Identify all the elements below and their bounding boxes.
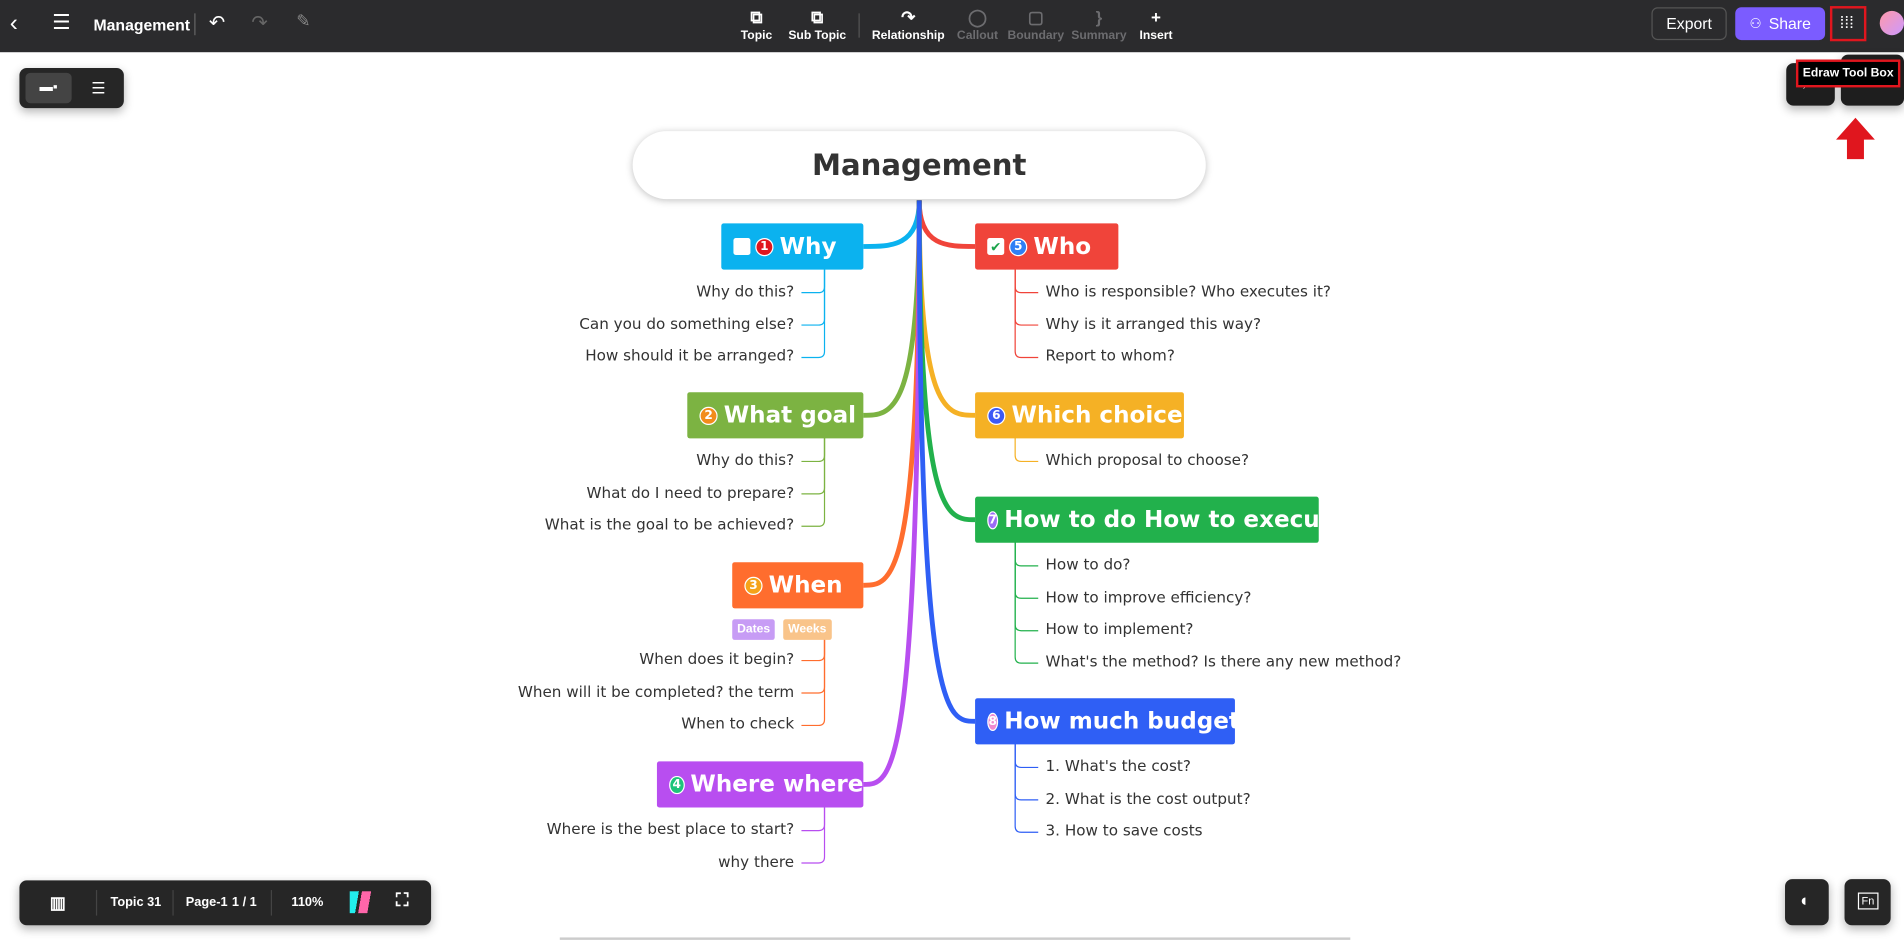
subtopic[interactable]: How should it be arranged?	[585, 347, 794, 365]
subtopic[interactable]: When does it begin?	[639, 650, 794, 668]
subtopic[interactable]: 2. What is the cost output?	[1046, 789, 1251, 807]
priority-1-icon: 1	[755, 237, 774, 256]
subtopic[interactable]: Why do this?	[696, 451, 794, 469]
subtopic-connector	[801, 629, 826, 727]
mouse-mode-button[interactable]: ◖	[1785, 879, 1829, 926]
topic-count: Topic 31	[110, 894, 162, 910]
topic-when[interactable]: 3 When	[732, 562, 864, 609]
subtopic[interactable]: How to improve efficiency?	[1046, 587, 1252, 605]
subtopic[interactable]: Why do this?	[696, 282, 794, 300]
subtopic[interactable]: 3. How to save costs	[1046, 821, 1203, 839]
priority-2-icon: 2	[699, 406, 718, 425]
topic-what-goal[interactable]: 2 What goal	[687, 392, 864, 439]
priority-3-icon: 3	[744, 576, 763, 595]
subtopic[interactable]: why there	[718, 852, 794, 870]
branch-curve	[863, 200, 922, 588]
subtopic-connector	[1014, 261, 1039, 359]
subtopic[interactable]: Why is it arranged this way?	[1046, 314, 1262, 332]
branch-curve	[863, 200, 922, 249]
subtopic[interactable]: What do I need to prepare?	[586, 483, 794, 501]
subtopic[interactable]: How to implement?	[1046, 620, 1194, 638]
branch-curve	[916, 200, 976, 249]
subtopic[interactable]: 1. What's the cost?	[1046, 757, 1191, 775]
subtopic[interactable]: Report to whom?	[1046, 347, 1175, 365]
central-topic[interactable]: Management	[632, 131, 1206, 200]
priority-5-icon: 5	[1009, 237, 1028, 256]
subtopic[interactable]: What's the method? Is there any new meth…	[1046, 652, 1402, 670]
subtopic[interactable]: Can you do something else?	[579, 314, 794, 332]
topic-why[interactable]: 1 Why	[721, 223, 864, 270]
subtopic[interactable]: Where is the best place to start?	[547, 820, 795, 838]
subtopic[interactable]: What is the goal to be achieved?	[545, 515, 794, 533]
subtopic[interactable]: Which proposal to choose?	[1046, 451, 1250, 469]
priority-8-icon: 8	[987, 712, 999, 731]
branch-curve	[916, 200, 976, 724]
page-name[interactable]: Page-1	[186, 895, 228, 910]
status-bar: ▥ Topic 31 Page-1 1 / 1 110% ⛶	[19, 880, 432, 926]
subtopic[interactable]: When to check	[681, 714, 794, 732]
subtopic[interactable]: Who is responsible? Who executes it?	[1046, 282, 1331, 300]
fn-icon: Fn	[1857, 892, 1878, 910]
priority-6-icon: 6	[987, 406, 1006, 425]
page-count: 1 / 1	[231, 894, 257, 910]
zoom-level[interactable]: 110%	[291, 895, 323, 910]
subtopic-connector	[1014, 534, 1039, 632]
map-icon[interactable]: ▥	[50, 893, 66, 914]
subtopic-connector	[801, 429, 826, 527]
subtopic[interactable]: When will it be completed? the term	[518, 682, 794, 700]
function-button[interactable]: Fn	[1844, 879, 1891, 926]
subtopic[interactable]: How to do?	[1046, 555, 1131, 573]
theme-icon[interactable]	[349, 891, 377, 914]
tag-weeks[interactable]: Weeks	[783, 619, 832, 640]
topic-how-to-do-how-to-execute[interactable]: 7 How to do How to execute	[975, 496, 1346, 543]
subtopic-connector	[1014, 735, 1039, 833]
topic-where-where[interactable]: 4 Where where	[656, 761, 864, 808]
topic-how-much-budget[interactable]: 8 How much budget	[975, 698, 1240, 745]
priority-7-icon: 7	[987, 510, 999, 529]
topic-which-choice[interactable]: 6 Which choice	[975, 392, 1184, 439]
mouse-icon: ◖	[1798, 890, 1809, 910]
subtopic-connector	[801, 261, 826, 359]
checkbox-checked-icon[interactable]: ✔	[987, 238, 1005, 256]
priority-4-icon: 4	[669, 775, 685, 794]
fullscreen-icon[interactable]: ⛶	[396, 890, 409, 911]
topic-who[interactable]: ✔ 5 Who	[975, 223, 1119, 270]
checkbox-unchecked-icon[interactable]	[733, 238, 751, 256]
tag-dates[interactable]: Dates	[732, 619, 776, 640]
